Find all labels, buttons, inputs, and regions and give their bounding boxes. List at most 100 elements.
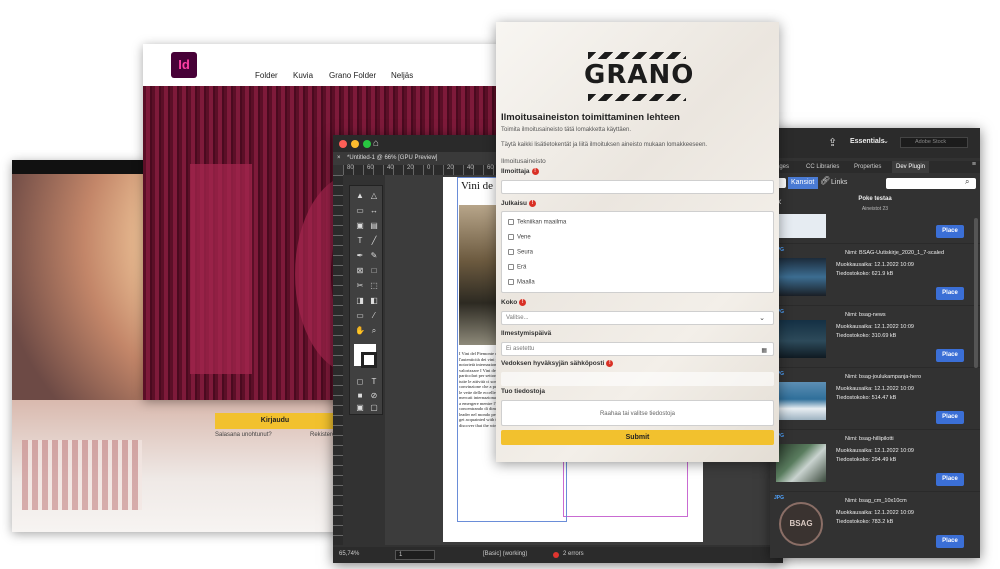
nav-link-kuvia[interactable]: Kuvia [293, 71, 313, 80]
forgot-password-link[interactable]: Salasana unohtunut? [215, 432, 272, 438]
eyedropper-tool-icon[interactable]: ⁄ [368, 310, 380, 322]
publication-option-label: Tekniikan maailma [517, 219, 567, 226]
hand-tool-icon[interactable]: ✋ [354, 325, 366, 337]
gradient-feather-icon[interactable]: ◧ [368, 295, 380, 307]
form-intro: Toimita ilmoitusaineisto tätä lomakketta… [501, 127, 632, 133]
line-tool-icon[interactable]: ╱ [368, 235, 380, 247]
place-button[interactable]: Place [936, 473, 964, 486]
panel-tab-bar: Pages CC Libraries Properties Dev Plugin… [770, 161, 980, 173]
publication-option[interactable]: Erä [508, 264, 526, 271]
place-button[interactable]: Place [936, 535, 964, 548]
chevron-down-icon[interactable]: ⌄ [883, 137, 889, 145]
type-tool-icon[interactable]: T [354, 235, 366, 247]
calendar-icon[interactable]: ▦ [761, 345, 767, 357]
rectangle-frame-tool-icon[interactable]: ⊠ [354, 265, 366, 277]
stroke-swatch-icon[interactable] [361, 352, 377, 368]
page-wine-photo[interactable] [459, 205, 499, 345]
asset-modified: Muokkausaika: 12.1.2022 10:09 [836, 386, 914, 392]
page-headline[interactable]: Vini de [461, 180, 493, 192]
publication-option[interactable]: Maalla [508, 279, 535, 286]
tools-panel: ▲ △ ▭ ↔ ▣ ▤ T ╱ ✒ ✎ ⊠ □ ✂ ⬚ ◨ ◧ ▭ ⁄ ✋ ⌕ … [349, 185, 383, 415]
date-input[interactable]: Ei asetettu ▦ [501, 342, 774, 356]
publication-option[interactable]: Tekniikan maailma [508, 219, 566, 226]
zoom-level[interactable]: 65,74% [339, 551, 359, 557]
asset-size: Tiedostokoko: 783.2 kB [836, 519, 894, 525]
nav-link-grano-folder[interactable]: Grano Folder [329, 71, 376, 80]
page-tool-icon[interactable]: ▭ [354, 205, 366, 217]
panel-menu-icon[interactable]: ≡ [972, 161, 976, 168]
place-button[interactable]: Place [936, 411, 964, 424]
nav-link-folder[interactable]: Folder [255, 71, 278, 80]
publication-option[interactable]: Vene [508, 234, 531, 241]
checkbox[interactable] [508, 279, 514, 285]
link-icon[interactable]: 🔗︎ [820, 176, 830, 185]
status-bar: 65,74% 1 [Basic] (working) 2 errors [333, 547, 783, 563]
approver-email-input[interactable] [501, 372, 774, 386]
search-icon[interactable]: ⌕ [965, 177, 969, 187]
asset-thumbnail[interactable] [776, 320, 826, 358]
asset-thumbnail[interactable] [776, 444, 826, 482]
nav-link-neljas[interactable]: Neljäs [391, 71, 413, 80]
tab-cc-libraries[interactable]: CC Libraries [806, 161, 839, 173]
asset-thumbnail[interactable] [776, 214, 826, 238]
zoom-tool-icon[interactable]: ⌕ [368, 325, 380, 337]
row-divider [770, 491, 980, 492]
free-transform-tool-icon[interactable]: ⬚ [368, 280, 380, 292]
indesign-logo[interactable]: Id [171, 52, 197, 78]
close-window-button[interactable] [339, 140, 347, 148]
checkbox[interactable] [508, 264, 514, 270]
size-select[interactable]: Valitse... ⌄ [501, 311, 774, 325]
maximize-window-button[interactable] [363, 140, 371, 148]
seal-label: BSAG [789, 519, 813, 528]
adobe-stock-search[interactable]: Adobe Stock [900, 137, 968, 148]
place-button[interactable]: Place [936, 225, 964, 238]
checkbox[interactable] [508, 249, 514, 255]
scissors-tool-icon[interactable]: ✂ [354, 280, 366, 292]
place-button[interactable]: Place [936, 287, 964, 300]
preflight-errors-label[interactable]: 2 errors [563, 551, 584, 557]
tab-properties[interactable]: Properties [854, 161, 881, 173]
note-tool-icon[interactable]: ▭ [354, 310, 366, 322]
preflight-error-icon [553, 552, 559, 558]
content-collector-icon[interactable]: ▣ [354, 220, 366, 232]
share-icon[interactable]: ⇪ [828, 136, 837, 149]
place-button[interactable]: Place [936, 349, 964, 362]
asset-thumbnail[interactable] [776, 382, 826, 420]
publication-option[interactable]: Seura [508, 249, 533, 256]
tab-links[interactable]: Links [831, 179, 847, 186]
tab-dev-plugin[interactable]: Dev Plugin [892, 161, 930, 173]
chevron-down-icon[interactable]: ⌄ [759, 313, 765, 325]
asset-search-input[interactable] [886, 178, 976, 189]
pencil-tool-icon[interactable]: ✎ [368, 250, 380, 262]
file-dropzone[interactable]: Raahaa tai valitse tiedostoja [501, 400, 774, 426]
preflight-profile[interactable]: [Basic] (working) [483, 551, 527, 557]
apply-none-icon[interactable]: ⊘ [368, 390, 380, 402]
preview-mode-icon[interactable]: ▢ [368, 402, 380, 414]
bsag-seal-thumbnail[interactable]: BSAG [779, 502, 823, 546]
panel-scrollbar[interactable] [974, 218, 978, 368]
checkbox[interactable] [508, 219, 514, 225]
direct-selection-tool-icon[interactable]: △ [368, 190, 380, 202]
home-icon[interactable]: ⌂ [373, 138, 379, 149]
submit-button[interactable]: Submit [501, 430, 774, 445]
gradient-tool-icon[interactable]: ◨ [354, 295, 366, 307]
page-number-field[interactable]: 1 [395, 550, 435, 560]
ruler-label: 40 [467, 165, 474, 171]
selection-tool-icon[interactable]: ▲ [354, 190, 366, 202]
tab-folders[interactable]: Kansiot [788, 177, 818, 189]
apply-color-icon[interactable]: ■ [354, 390, 366, 402]
formatting-text-icon[interactable]: T [368, 376, 380, 388]
asset-thumbnail[interactable] [776, 258, 826, 296]
pen-tool-icon[interactable]: ✒ [354, 250, 366, 262]
formatting-container-icon[interactable]: ◻ [354, 376, 366, 388]
gap-tool-icon[interactable]: ↔ [368, 205, 380, 217]
screen-mode-icon[interactable]: ▣ [354, 402, 366, 414]
close-tab-icon[interactable]: × [337, 152, 341, 165]
checkbox[interactable] [508, 234, 514, 240]
workspace-switcher[interactable]: Essentials [850, 138, 885, 145]
minimize-window-button[interactable] [351, 140, 359, 148]
content-placer-icon[interactable]: ▤ [368, 220, 380, 232]
advertiser-input[interactable] [501, 180, 774, 194]
login-button[interactable]: Kirjaudu [215, 413, 335, 429]
rectangle-tool-icon[interactable]: □ [368, 265, 380, 277]
